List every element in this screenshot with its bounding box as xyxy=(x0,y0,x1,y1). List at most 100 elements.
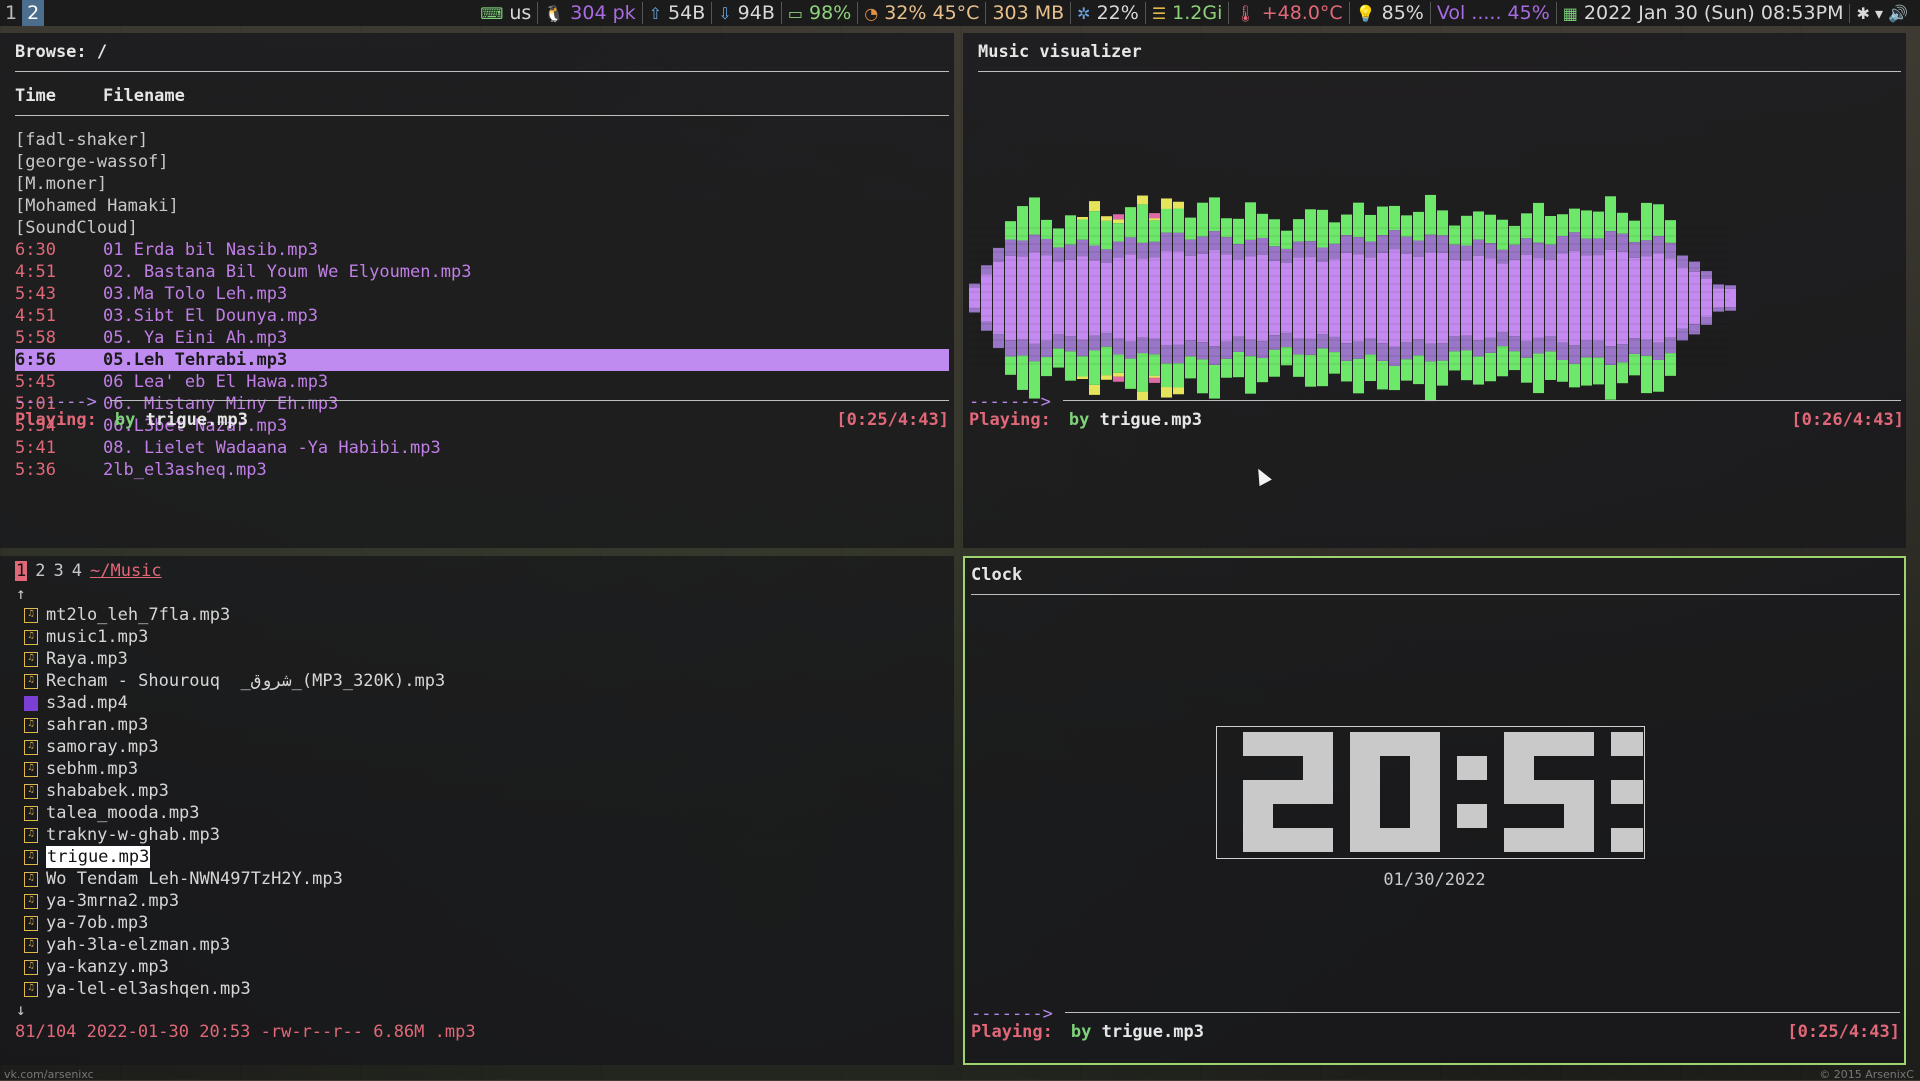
file-row[interactable]: s3ad.mp4 xyxy=(24,692,445,714)
browser-title: Browse: / xyxy=(15,41,107,63)
visualizer-bar xyxy=(1077,217,1088,379)
file-row[interactable]: ♫ya-7ob.mp3 xyxy=(24,912,445,934)
track-row[interactable]: 5:4303.Ma Tolo Leh.mp3 xyxy=(15,283,949,305)
visualizer-bar xyxy=(1437,210,1448,385)
scroll-up-icon[interactable]: ↑ xyxy=(16,583,26,605)
file-row[interactable]: ♫trigue.mp3 xyxy=(24,846,445,868)
track-row[interactable]: 6:3001 Erda bil Nasib.mp3 xyxy=(15,239,949,261)
status-text: 54B xyxy=(668,2,705,24)
status-memory: 303 MB xyxy=(985,2,1070,24)
track-filename: 02. Bastana Bil Youm We Elyoumen.mp3 xyxy=(103,262,471,282)
file-name: trakny-w-ghab.mp3 xyxy=(46,824,220,846)
visualizer-bar xyxy=(1197,203,1208,394)
file-row[interactable]: ♫Recham - Shourouq _شروق_(MP3_320K).mp3 xyxy=(24,670,445,692)
status-text: 22% xyxy=(1097,2,1139,24)
directory-row[interactable]: [george-wassof] xyxy=(15,151,949,173)
clock-pane[interactable]: Clock 01/30/2022 -------> Playing:by tri… xyxy=(963,556,1906,1065)
tab-3[interactable]: 3 xyxy=(54,561,64,581)
clock-digit xyxy=(1504,732,1594,852)
status-battery: ▭98% xyxy=(781,2,857,24)
scroll-down-icon[interactable]: ↓ xyxy=(16,999,26,1021)
download-icon: ⇩ xyxy=(718,4,731,23)
file-row[interactable]: ♫ya-lel-el3ashqen.mp3 xyxy=(24,978,445,1000)
track-row[interactable]: 4:5103.Sibt El Dounya.mp3 xyxy=(15,305,949,327)
track-filename: 06 Lea' eb El Hawa.mp3 xyxy=(103,372,328,392)
brightness-icon: 💡 xyxy=(1356,4,1376,23)
track-row[interactable]: 5:4506 Lea' eb El Hawa.mp3 xyxy=(15,371,949,393)
track-row[interactable]: 5:362lb_el3asheq.mp3 xyxy=(15,459,949,481)
file-manager-tabs: 1234 ~/Music xyxy=(15,560,162,582)
file-row[interactable]: ♫ya-kanzy.mp3 xyxy=(24,956,445,978)
visualizer-bar xyxy=(1149,213,1160,383)
status-volume: Vol ..... 45% xyxy=(1430,2,1556,24)
audio-file-icon: ♫ xyxy=(24,608,38,623)
playlist-browser-pane[interactable]: Browse: / TimeFilename [fadl-shaker][geo… xyxy=(0,33,954,548)
track-row[interactable]: 4:5102. Bastana Bil Youm We Elyoumen.mp3 xyxy=(15,261,949,283)
file-row[interactable]: ♫sebhm.mp3 xyxy=(24,758,445,780)
status-upload: ⇧54B xyxy=(642,2,712,24)
file-row[interactable]: ♫Raya.mp3 xyxy=(24,648,445,670)
visualizer-bar xyxy=(1377,207,1388,390)
visualizer-bar xyxy=(1137,196,1148,401)
column-filename: Filename xyxy=(103,86,185,106)
file-row[interactable]: ♫yah-3la-elzman.mp3 xyxy=(24,934,445,956)
visualizer-pane[interactable]: Music visualizer -------> Playing:by tri… xyxy=(963,33,1906,548)
file-row[interactable]: ♫shababek.mp3 xyxy=(24,780,445,802)
visualizer-bar xyxy=(1545,216,1556,380)
file-row[interactable]: ♫Wo Tendam Leh-NWN497TzH2Y.mp3 xyxy=(24,868,445,890)
track-duration: 5:41 xyxy=(15,437,103,459)
package-icon: 🐧 xyxy=(544,4,564,23)
file-row[interactable]: ♫ya-3mrna2.mp3 xyxy=(24,890,445,912)
track-row[interactable]: 5:5805. Ya Eini Ah.mp3 xyxy=(15,327,949,349)
directory-row[interactable]: [SoundCloud] xyxy=(15,217,949,239)
file-row[interactable]: ♫samoray.mp3 xyxy=(24,736,445,758)
status-text: 1.2Gi xyxy=(1172,2,1222,24)
file-name: music1.mp3 xyxy=(46,626,148,648)
battery-icon: ▭ xyxy=(788,4,803,23)
file-row[interactable]: ♫sahran.mp3 xyxy=(24,714,445,736)
clock-frame xyxy=(1216,726,1645,859)
workspace-2[interactable]: 2 xyxy=(22,0,44,26)
visualizer-bar xyxy=(1353,203,1364,394)
tab-1[interactable]: 1 xyxy=(15,561,27,581)
file-list: ♫mt2lo_leh_7fla.mp3♫music1.mp3♫Raya.mp3♫… xyxy=(24,604,445,1000)
visualizer-bar xyxy=(1245,202,1256,393)
file-name: sebhm.mp3 xyxy=(46,758,138,780)
status-trays: ✱ ▾ 🔊 xyxy=(1849,4,1920,23)
current-path[interactable]: ~/Music xyxy=(90,561,162,581)
directory-row[interactable]: [fadl-shaker] xyxy=(15,129,949,151)
visualizer-bar xyxy=(1185,218,1196,379)
visualizer-bar xyxy=(1173,202,1184,394)
status-thermometer: 🌡+48.0°C xyxy=(1228,2,1348,24)
visualizer-bar xyxy=(1281,231,1292,366)
track-row[interactable]: 5:4108. Lielet Wadaana -Ya Habibi.mp3 xyxy=(15,437,949,459)
clock-title: Clock xyxy=(971,564,1022,586)
status-text: 2022 Jan 30 (Sun) 08:53PM xyxy=(1584,2,1844,24)
track-row[interactable]: 6:5605.Leh Tehrabi.mp3 xyxy=(15,349,949,371)
track-filename: 05. Ya Eini Ah.mp3 xyxy=(103,328,287,348)
status-text: 94B xyxy=(738,2,775,24)
visualizer-bar xyxy=(1473,211,1484,384)
file-row[interactable]: ♫talea_mooda.mp3 xyxy=(24,802,445,824)
file-row[interactable]: ♫mt2lo_leh_7fla.mp3 xyxy=(24,604,445,626)
file-name: ya-kanzy.mp3 xyxy=(46,956,169,978)
directory-row[interactable]: [M.moner] xyxy=(15,173,949,195)
track-filename: 05.Leh Tehrabi.mp3 xyxy=(103,350,287,370)
tab-4[interactable]: 4 xyxy=(72,561,82,581)
directory-row[interactable]: [Mohamed Hamaki] xyxy=(15,195,949,217)
visualizer-bar xyxy=(1593,212,1604,385)
wallpaper-copyright: © 2015 ArsenixC xyxy=(1819,1068,1914,1081)
file-name: Wo Tendam Leh-NWN497TzH2Y.mp3 xyxy=(46,868,343,890)
workspace-1[interactable]: 1 xyxy=(0,0,22,26)
file-name: s3ad.mp4 xyxy=(46,692,128,714)
file-manager-pane[interactable]: 1234~/Music ↑ ♫mt2lo_leh_7fla.mp3♫music1… xyxy=(0,556,954,1065)
track-filename: 2lb_el3asheq.mp3 xyxy=(103,460,267,480)
track-duration: 6:56 xyxy=(15,349,103,371)
visualizer-bar xyxy=(1389,206,1400,390)
file-row[interactable]: ♫music1.mp3 xyxy=(24,626,445,648)
song-time: [0:25/4:43] xyxy=(1787,1021,1900,1043)
file-row[interactable]: ♫trakny-w-ghab.mp3 xyxy=(24,824,445,846)
tab-2[interactable]: 2 xyxy=(35,561,45,581)
by-label: by xyxy=(1069,410,1089,430)
clock-digit xyxy=(1243,732,1333,852)
